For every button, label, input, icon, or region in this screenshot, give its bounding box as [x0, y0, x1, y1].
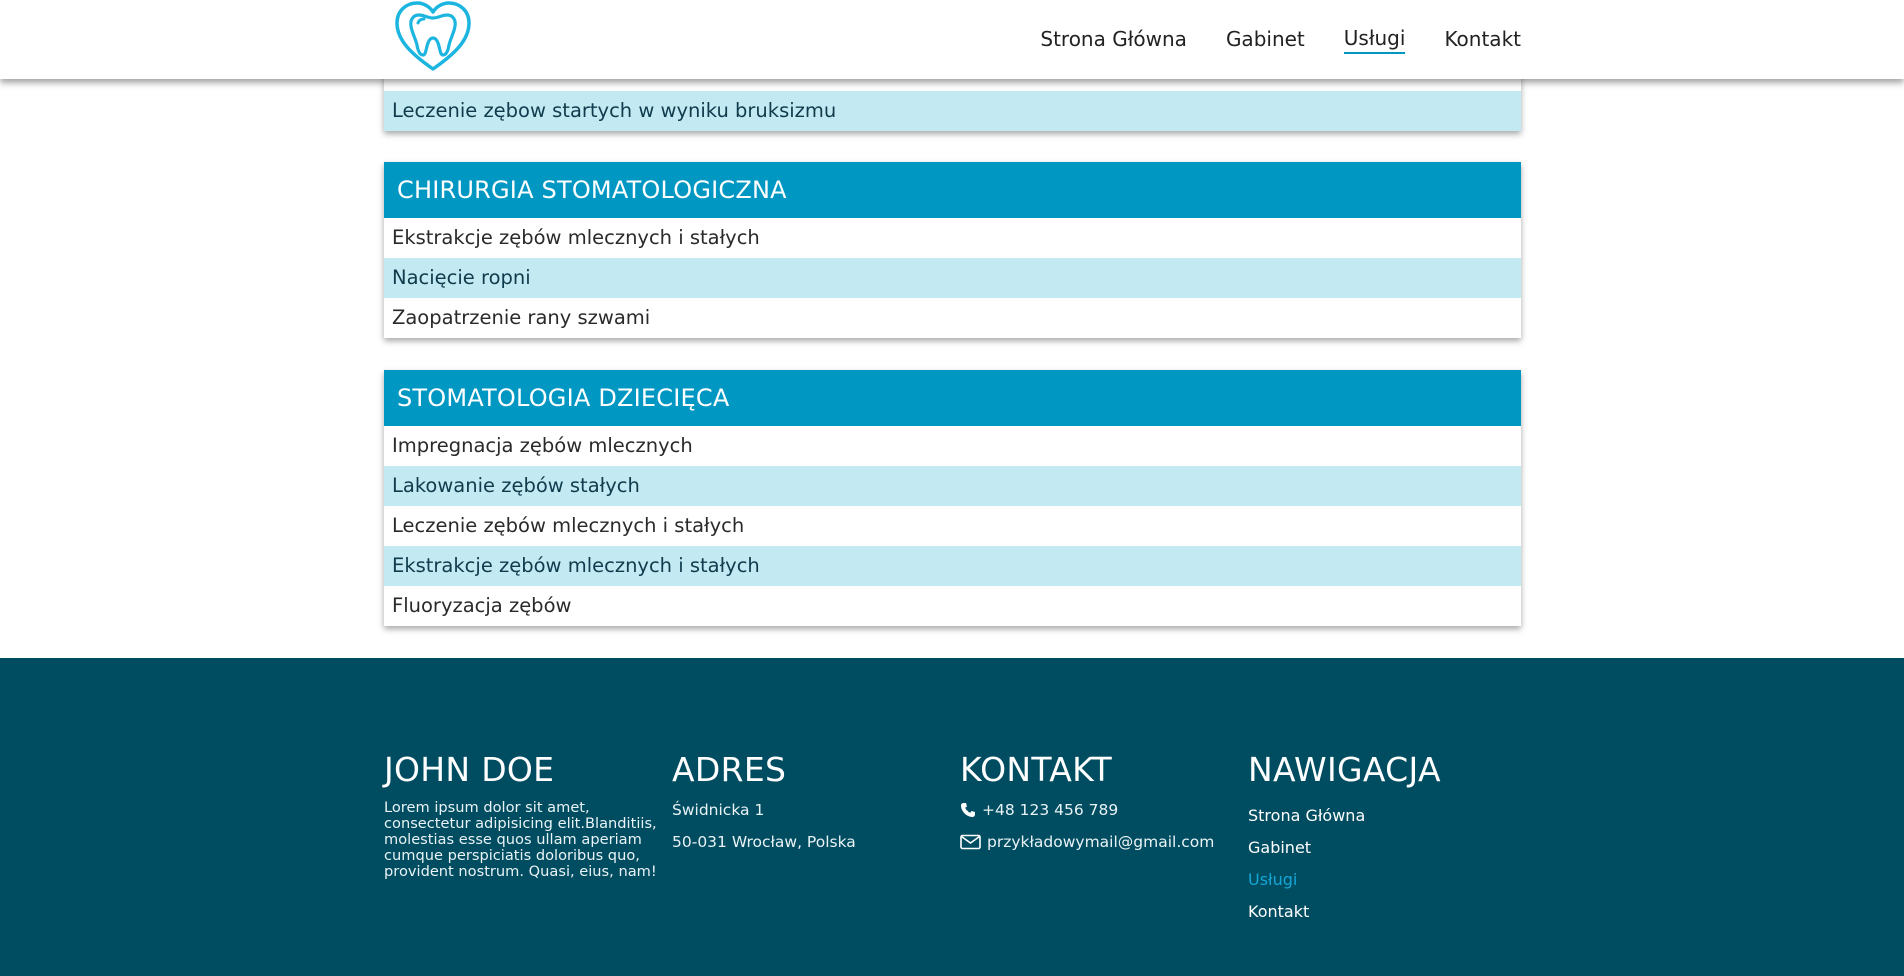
footer-address-title: ADRES [672, 750, 787, 789]
footer-address-street: Świdnicka 1 [672, 801, 765, 819]
footer-link-clinic[interactable]: Gabinet [1248, 838, 1528, 858]
footer-about: JOHN DOE Lorem ipsum dolor sit amet, con… [384, 750, 664, 880]
nav-item-services[interactable]: Usługi [1343, 26, 1406, 54]
service-card-surgery: CHIRURGIA STOMATOLOGICZNA Ekstrakcje zęb… [384, 162, 1521, 338]
footer-phone[interactable]: +48 123 456 789 [960, 800, 1240, 820]
service-row: Nacięcie ropni [384, 258, 1521, 298]
service-row: Lakowanie zębów stałych [384, 466, 1521, 506]
footer-contact: KONTAKT +48 123 456 789 przykładowymail@… [960, 750, 1240, 864]
nav-item-contact[interactable]: Kontakt [1444, 27, 1521, 53]
tooth-heart-icon [395, 1, 471, 71]
footer-about-text: Lorem ipsum dolor sit amet, consectetur … [384, 799, 657, 880]
tooth-heart-logo[interactable] [393, 1, 473, 73]
service-row: Ekstrakcje zębów mlecznych i stałych [384, 546, 1521, 586]
service-row: Fluoryzacja zębów [384, 586, 1521, 626]
footer-navigation: NAWIGACJA Strona Główna Gabinet Usługi K… [1248, 750, 1528, 934]
service-row: Ekstrakcje zębów mlecznych i stałych [384, 218, 1521, 258]
footer-link-home[interactable]: Strona Główna [1248, 806, 1528, 826]
service-row: Impregnacja zębów mlecznych [384, 426, 1521, 466]
footer-contact-title: KONTAKT [960, 750, 1113, 789]
envelope-icon [960, 834, 981, 850]
service-card-children: STOMATOLOGIA DZIECIĘCA Impregnacja zębów… [384, 370, 1521, 626]
main-nav: Strona Główna Gabinet Usługi Kontakt [1040, 0, 1521, 79]
nav-item-home[interactable]: Strona Główna [1040, 27, 1187, 53]
service-card-title: CHIRURGIA STOMATOLOGICZNA [384, 162, 1521, 218]
service-card-title: STOMATOLOGIA DZIECIĘCA [384, 370, 1521, 426]
footer-link-contact[interactable]: Kontakt [1248, 902, 1528, 922]
phone-icon [961, 803, 975, 817]
service-row: Zaopatrzenie rany szwami [384, 298, 1521, 338]
footer-address-city: 50-031 Wrocław, Polska [672, 833, 856, 851]
service-row: Leczenie zębow startych w wyniku bruksiz… [384, 91, 1521, 131]
site-header: Strona Główna Gabinet Usługi Kontakt [0, 0, 1904, 79]
services-content: Leczenie zębow startych w wyniku bruksiz… [0, 0, 1904, 658]
footer-email[interactable]: przykładowymail@gmail.com [960, 832, 1240, 852]
footer-navigation-title: NAWIGACJA [1248, 750, 1441, 789]
footer-about-title: JOHN DOE [384, 750, 555, 789]
nav-item-clinic[interactable]: Gabinet [1226, 27, 1305, 53]
footer-address: ADRES Świdnicka 1 50-031 Wrocław, Polska [672, 750, 952, 864]
footer-email-text: przykładowymail@gmail.com [987, 833, 1215, 851]
footer-link-services[interactable]: Usługi [1248, 870, 1528, 890]
site-footer: JOHN DOE Lorem ipsum dolor sit amet, con… [0, 658, 1904, 976]
footer-phone-text: +48 123 456 789 [982, 801, 1119, 819]
service-row: Leczenie zębów mlecznych i stałych [384, 506, 1521, 546]
